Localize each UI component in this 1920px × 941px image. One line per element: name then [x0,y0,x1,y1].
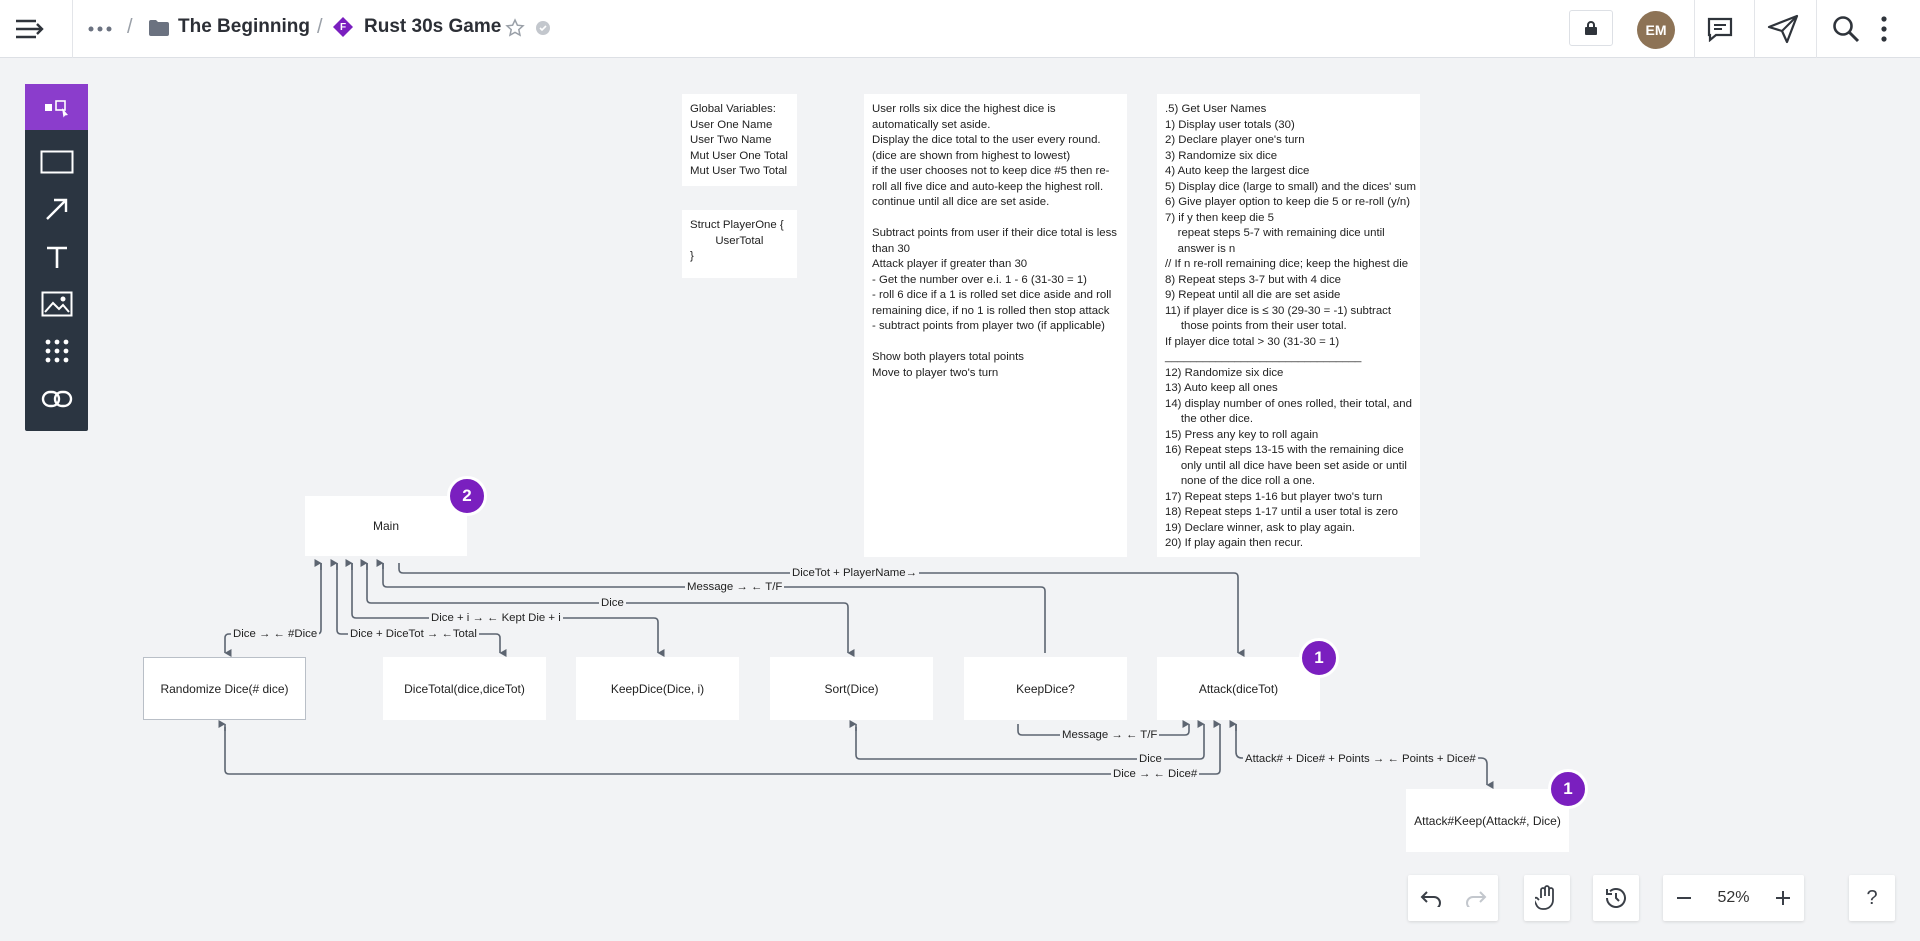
global-variables-note[interactable]: Global Variables: User One Name User Two N… [682,94,797,186]
note-line: Mut User Two Total [690,165,788,177]
note-line: - subtract points from player two (if ap… [872,320,1105,332]
sort-dice-box[interactable]: Sort(Dice) [770,657,933,720]
note-line: Show both players total points [872,351,1024,363]
note-line: roll all five dice and auto-keep the hig… [872,180,1104,193]
dice-total-box[interactable]: DiceTotal(dice,diceTot) [383,657,546,720]
redo-icon[interactable] [1465,889,1487,907]
attack-box[interactable]: Attack(diceTot) [1157,657,1320,720]
note-line: // If n re-roll remaining dice; keep the… [1165,258,1409,270]
history-icon[interactable] [1593,875,1639,921]
note-line: none of the dice roll a one. [1165,475,1316,487]
note-line: Global Variables: [690,103,776,115]
note-line: 1) Display user totals (30) [1165,118,1295,131]
note-line: than 30 [872,242,911,255]
note-line: 5) Display dice (large to small) and the… [1165,180,1416,193]
connector-label: Dice → ← #Dice [231,627,320,641]
connector-label: Dice → ← Dice# [1111,767,1200,781]
note-line: User Two Name [690,134,772,146]
main-count-badge: 2 [447,476,487,516]
note-line: 18) Repeat steps 1-17 until a user total… [1165,506,1399,518]
randomize-dice-box[interactable]: Randomize Dice(# dice) [143,657,306,720]
note-line: Move to player two's turn [872,366,999,379]
note-line: 17) Repeat steps 1-16 but player two's t… [1165,490,1383,503]
note-line: 8) Repeat steps 3-7 but with 4 dice [1165,273,1342,286]
note-line: only until all dice have been set aside … [1165,459,1407,472]
note-line: if the user chooses not to keep dice #5 … [872,165,1110,177]
note-line: Struct PlayerOne { [690,219,784,231]
note-line: answer is n [1165,242,1236,255]
note-line: 7) if y then keep die 5 [1165,211,1274,224]
struct-note[interactable]: Struct PlayerOne { UserTotal} [682,210,797,278]
note-line: UserTotal [690,234,764,247]
note-line: - roll 6 dice if a 1 is rolled set dice … [872,289,1112,301]
note-line: Mut User One Total [690,149,788,162]
keep-dice-question-box[interactable]: KeepDice? [964,657,1127,720]
note-line: 2) Declare player one's turn [1165,134,1305,146]
undo-redo-group [1408,875,1498,921]
help-button[interactable]: ? [1849,875,1895,921]
connector-label: Dice [599,596,626,610]
note-line: 6) Give player option to keep die 5 or r… [1165,196,1411,208]
note-line: Display the dice total to the user every… [872,134,1101,146]
note-line: 9) Repeat until all die are set aside [1165,289,1341,301]
note-line: 14) display number of ones rolled, their… [1165,397,1412,410]
note-line: continue until all dice are set aside. [872,196,1050,208]
note-line: remaining dice, if no 1 is rolled then s… [872,304,1110,317]
undo-icon[interactable] [1420,889,1442,907]
help-icon: ? [1866,886,1878,909]
connector-label: Message → ← T/F [685,580,785,594]
note-line: 3) Randomize six dice [1165,149,1278,162]
note-line: - Get the number over e.i. 1 - 6 (31-30 … [872,273,1087,286]
note-line: User rolls six dice the highest dice is [872,103,1056,115]
note-line: 20) If play again then recur. [1165,537,1304,549]
note-line: 19) Declare winner, ask to play again. [1165,521,1355,534]
note-line: (dice are shown from highest to lowest) [872,149,1071,162]
note-line: 4) Auto keep the largest dice [1165,165,1310,177]
note-line: the other dice. [1165,413,1254,425]
note-line: 15) Press any key to roll again [1165,428,1319,441]
note-line: repeat steps 5-7 with remaining dice unt… [1165,227,1385,239]
keep-dice-box[interactable]: KeepDice(Dice, i) [576,657,739,720]
note-line: If player dice total > 30 (31-30 = 1) [1165,335,1340,348]
attack-keep-box[interactable]: Attack#Keep(Attack#, Dice) [1406,789,1569,852]
zoom-group: 52% [1663,875,1804,921]
note-line: 16) Repeat steps 13-15 with the remainin… [1165,444,1404,456]
note-line: 11) if player dice is ≤ 30 (29-30 = -1) … [1165,304,1392,317]
note-line: 13) Auto keep all ones [1165,382,1278,394]
hand-pan-icon[interactable] [1524,875,1570,921]
connector-label: Dice [1137,752,1164,766]
connector-label: Attack# + Dice# + Points → ← Points + Di… [1243,752,1478,766]
note-line: .5) Get User Names [1165,103,1267,115]
note-line: automatically set aside. [872,118,991,131]
note-line: } [690,250,694,262]
note-line [872,211,1119,227]
connector-label: Message → ← T/F [1060,728,1160,742]
attack-keep-count-badge: 1 [1548,769,1588,809]
main-box[interactable]: Main [305,496,467,556]
connector-label: DiceTot + PlayerName→ [790,566,920,580]
rules-note[interactable]: User rolls six dice the highest dice is a… [864,94,1127,557]
note-line: Attack player if greater than 30 [872,258,1028,270]
note-line: 12) Randomize six dice [1165,366,1284,379]
zoom-in-icon[interactable] [1774,889,1792,907]
note-line: those points from their user total. [1165,320,1347,332]
attack-count-badge: 1 [1299,638,1339,678]
note-line: User One Name [690,118,773,131]
connector-label: Dice + DiceTot → ←Total [348,627,479,641]
zoom-level[interactable]: 52% [1717,889,1749,907]
zoom-out-icon[interactable] [1675,889,1693,907]
connector-label: Dice + i → ← Kept Die + i [429,611,563,625]
note-line [872,335,1119,351]
note-line: Subtract points from user if their dice … [872,227,1117,239]
note-line: _______________________________ [1165,351,1362,363]
steps-note[interactable]: .5) Get User Names 1) Display user totals… [1157,94,1420,557]
